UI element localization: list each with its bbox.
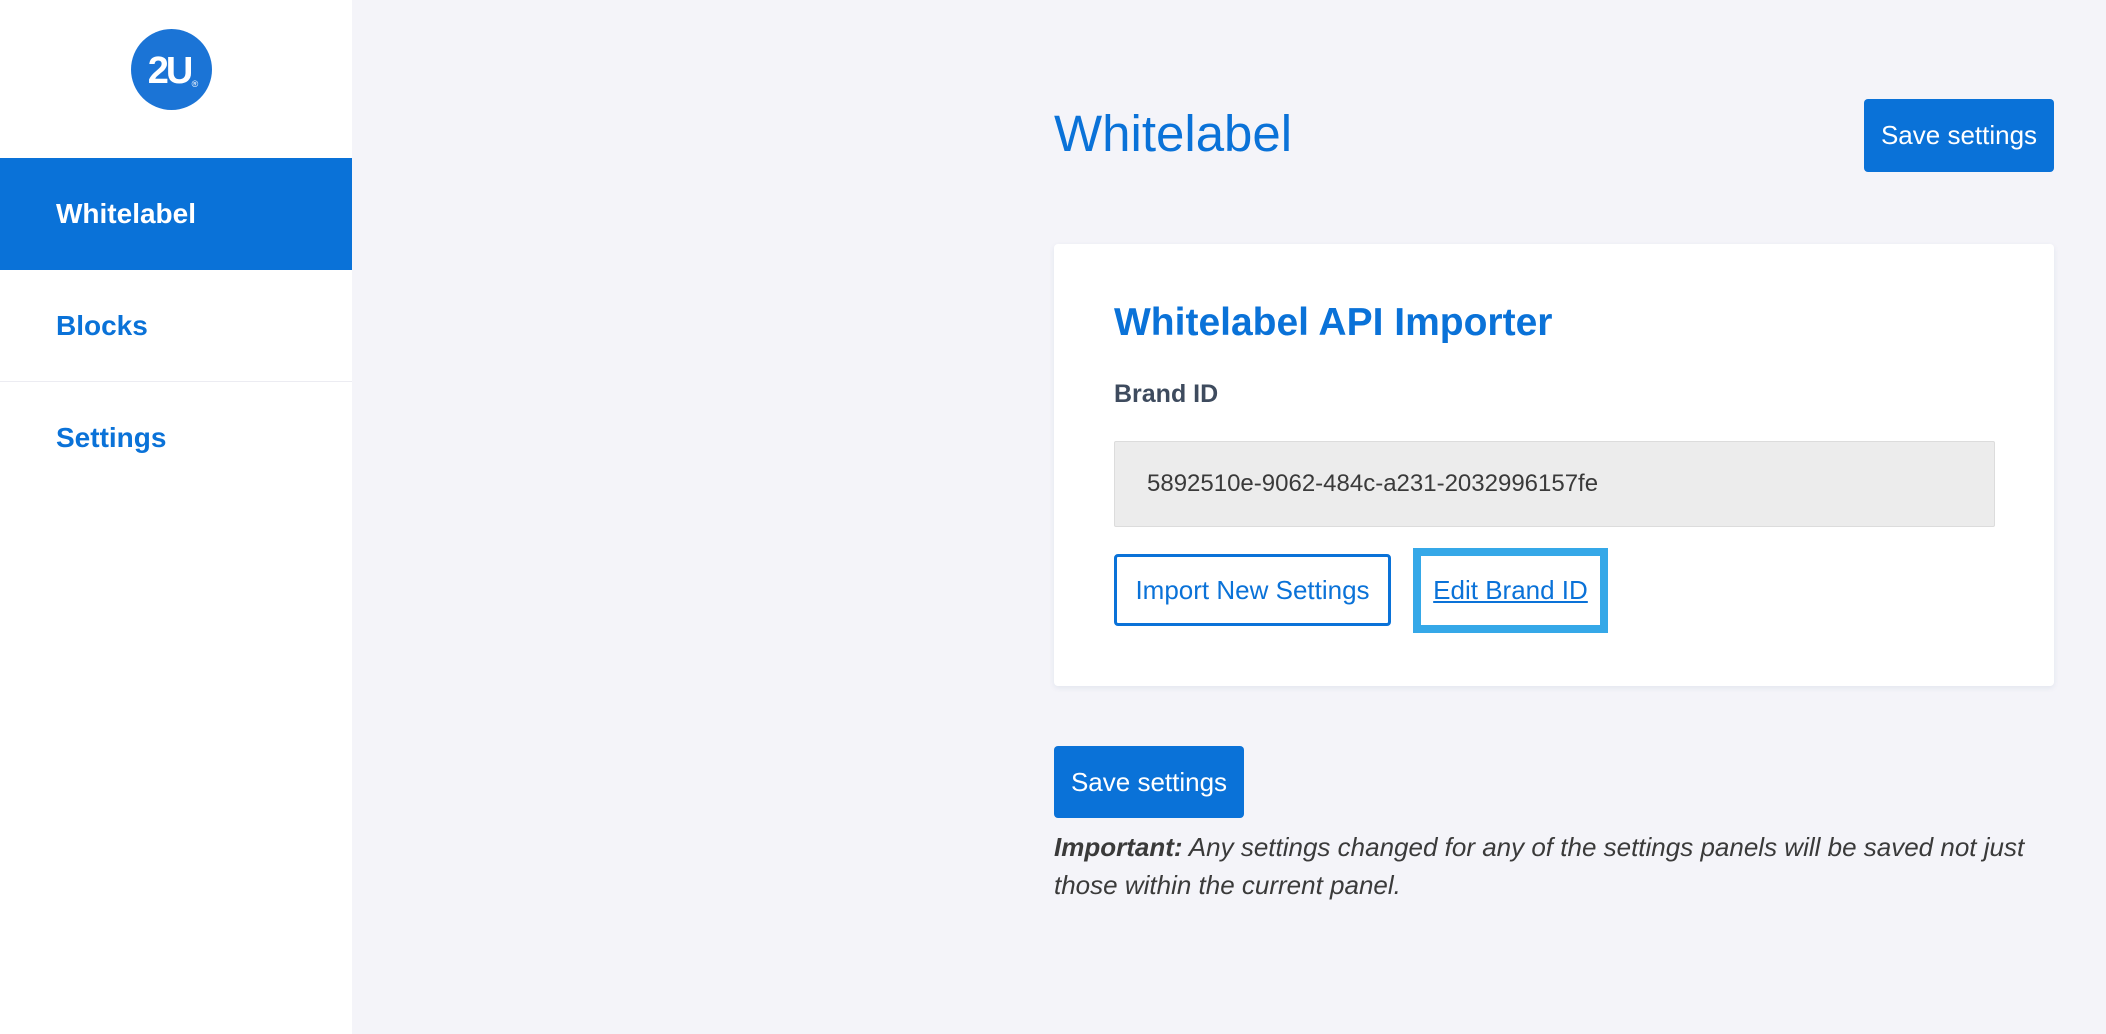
sidebar-item-label: Whitelabel bbox=[56, 198, 197, 229]
note-text: Any settings changed for any of the sett… bbox=[1054, 832, 2025, 900]
card-title: Whitelabel API Importer bbox=[1114, 301, 1553, 344]
save-settings-button-top[interactable]: Save settings bbox=[1864, 99, 2054, 172]
edit-brand-id-link[interactable]: Edit Brand ID bbox=[1413, 548, 1608, 633]
brand-id-label: Brand ID bbox=[1114, 380, 1219, 408]
page-title: Whitelabel bbox=[1054, 105, 1293, 162]
logo-icon: 2U ® bbox=[131, 29, 212, 110]
app: 2U ® Whitelabel Blocks Settings Whitelab… bbox=[0, 0, 2106, 1034]
sidebar-item-label: Settings bbox=[56, 422, 167, 453]
brand-id-input[interactable] bbox=[1114, 441, 1995, 527]
brand-logo: 2U ® bbox=[131, 29, 212, 110]
logo-text: 2U bbox=[148, 50, 192, 92]
whitelabel-importer-card: Whitelabel API Importer Brand ID Import … bbox=[1054, 244, 2054, 686]
import-new-settings-button[interactable]: Import New Settings bbox=[1114, 554, 1391, 626]
sidebar-item-label: Blocks bbox=[56, 309, 148, 341]
sidebar-item-blocks[interactable]: Blocks bbox=[0, 270, 352, 382]
save-settings-button-bottom[interactable]: Save settings bbox=[1054, 746, 1244, 818]
sidebar-item-whitelabel[interactable]: Whitelabel bbox=[0, 158, 352, 270]
sidebar-item-settings[interactable]: Settings bbox=[0, 382, 352, 494]
sidebar-nav: Whitelabel Blocks Settings bbox=[0, 158, 352, 494]
sidebar: 2U ® Whitelabel Blocks Settings bbox=[0, 0, 352, 1034]
important-note: Important: Any settings changed for any … bbox=[1054, 828, 2054, 904]
note-strong: Important: bbox=[1054, 832, 1183, 862]
logo-registered-mark: ® bbox=[192, 79, 199, 89]
